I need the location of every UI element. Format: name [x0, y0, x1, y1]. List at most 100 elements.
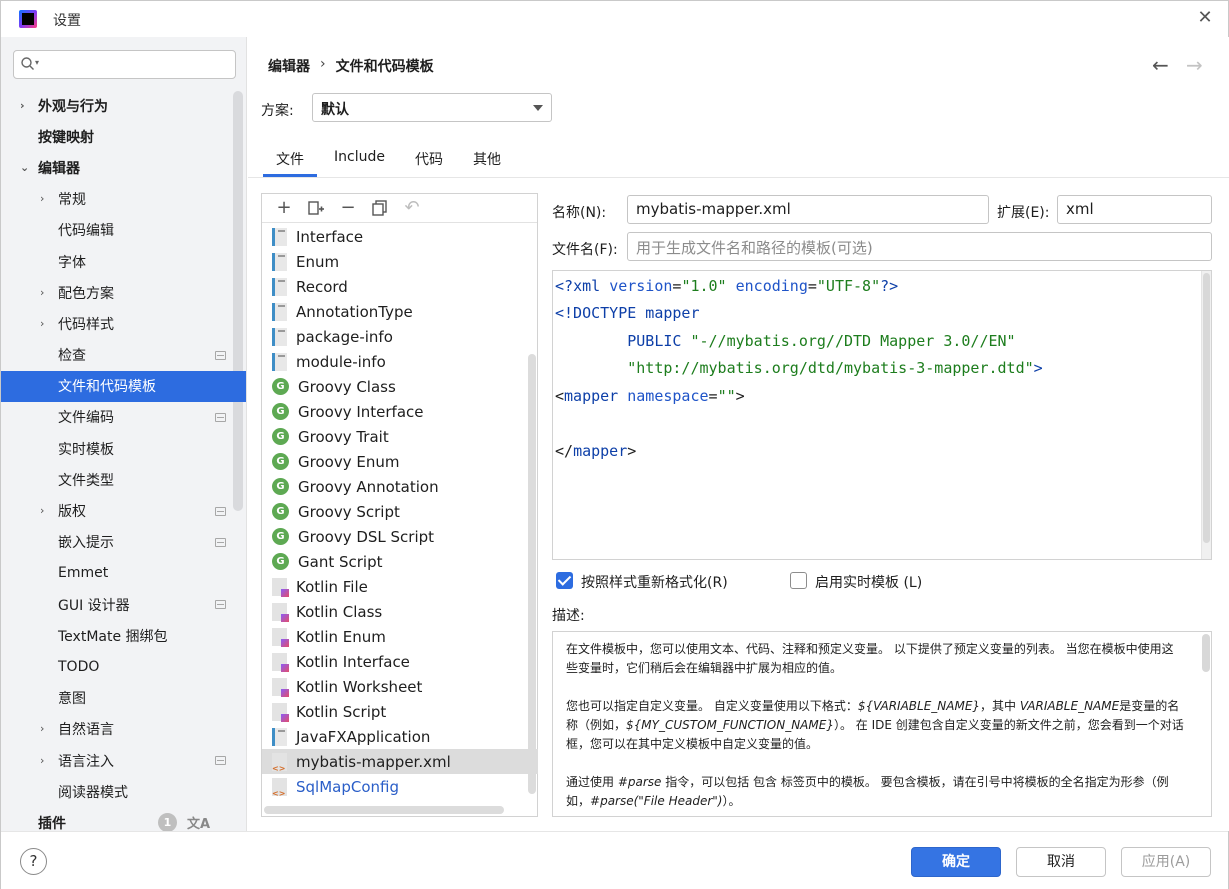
sidebar-item[interactable]: › 配色方案 [1, 277, 246, 308]
sidebar-item[interactable]: TextMate 捆绑包 [1, 620, 246, 651]
sidebar-item-label: TODO [58, 658, 100, 675]
template-label: Kotlin Script [296, 702, 387, 721]
template-list-item[interactable]: SqlMapConfig [262, 774, 538, 799]
template-list-item[interactable]: Interface [262, 224, 538, 249]
template-list-item[interactable]: G Groovy Interface [262, 399, 538, 424]
scheme-dropdown[interactable]: 默认 [312, 93, 552, 122]
create-child-template-icon[interactable] [300, 195, 332, 221]
template-label: Record [296, 277, 348, 296]
sidebar-item[interactable]: 嵌入提示 [1, 527, 246, 558]
template-list-item[interactable]: Kotlin Enum [262, 624, 538, 649]
template-list-item[interactable]: G Gant Script [262, 549, 538, 574]
template-list-item[interactable]: Kotlin Script [262, 699, 538, 724]
sidebar-item[interactable]: ⌄ 编辑器 [1, 152, 246, 183]
sidebar-item[interactable]: 插件 1 文A [1, 807, 246, 831]
sidebar-item[interactable]: Emmet [1, 558, 246, 589]
template-list-item[interactable]: G Groovy Script [262, 499, 538, 524]
code-line: <mapper namespace=""> [555, 387, 745, 405]
search-box[interactable]: ▾ [13, 50, 236, 79]
template-list-item[interactable]: mybatis-mapper.xml [262, 749, 538, 774]
extension-field[interactable]: xml [1057, 195, 1212, 224]
description-paragraph: 通过使用 #parse 指令，可以包括 包含 标签页中的模板。 要包含模板，请在… [566, 775, 1169, 808]
sidebar-item[interactable]: TODO [1, 651, 246, 682]
template-list-item[interactable]: AnnotationType [262, 299, 538, 324]
search-input[interactable] [48, 54, 228, 75]
description-scrollbar[interactable] [1202, 634, 1210, 672]
chevron-right-icon[interactable]: › [20, 99, 32, 112]
sidebar-item[interactable]: 意图 [1, 683, 246, 714]
chevron-right-icon[interactable]: › [40, 286, 52, 299]
reset-icon[interactable]: ↶ [396, 195, 428, 221]
help-button[interactable]: ? [20, 848, 47, 875]
chevron-right-icon[interactable]: › [40, 193, 52, 205]
filename-field[interactable]: 用于生成文件名和路径的模板(可选) [627, 232, 1212, 261]
chevron-right-icon[interactable]: › [40, 754, 52, 767]
template-list-item[interactable]: Kotlin Class [262, 599, 538, 624]
sidebar-item[interactable]: 实时模板 [1, 433, 246, 464]
template-list-item[interactable]: package-info [262, 324, 538, 349]
sidebar-item[interactable]: › 外观与行为 [1, 90, 246, 121]
template-list-panel: + − ↶ Interface Enum Record AnnotationType p… [261, 193, 538, 817]
template-list-item[interactable]: G Groovy Trait [262, 424, 538, 449]
template-list-item[interactable]: Kotlin Interface [262, 649, 538, 674]
sidebar-item[interactable]: GUI 设计器 [1, 589, 246, 620]
sidebar-item[interactable]: 检查 [1, 340, 246, 371]
reformat-checkbox[interactable] [556, 572, 573, 589]
add-icon[interactable]: + [268, 195, 300, 221]
template-list-item[interactable]: G Groovy Class [262, 374, 538, 399]
project-settings-icon [215, 537, 226, 547]
template-list-item[interactable]: JavaFXApplication [262, 724, 538, 749]
code-line: "http://mybatis.org/dtd/mybatis-3-mapper… [555, 359, 1043, 377]
ok-button[interactable]: 确定 [911, 847, 1001, 877]
copy-icon[interactable] [364, 195, 396, 221]
sidebar-item[interactable]: › 语言注入 [1, 745, 246, 776]
template-list-item[interactable]: Kotlin Worksheet [262, 674, 538, 699]
breadcrumb-item-editor[interactable]: 编辑器 [268, 56, 310, 76]
remove-icon[interactable]: − [332, 195, 364, 221]
kotlin-file-icon [272, 677, 289, 697]
forward-arrow-icon[interactable]: → [1186, 53, 1203, 77]
template-list-hscrollbar[interactable] [264, 806, 504, 814]
template-list-item[interactable]: Kotlin File [262, 574, 538, 599]
sidebar-item[interactable]: › 版权 [1, 495, 246, 526]
chevron-right-icon[interactable]: › [40, 505, 52, 517]
tab-other[interactable]: 其他 [458, 143, 516, 175]
template-list-item[interactable]: Enum [262, 249, 538, 274]
live-template-checkbox[interactable] [790, 572, 807, 589]
sidebar-item-label: Emmet [58, 565, 109, 582]
template-code-editor[interactable]: <?xml version="1.0" encoding="UTF-8"?> <… [552, 270, 1212, 560]
cancel-button[interactable]: 取消 [1016, 847, 1106, 877]
apply-button[interactable]: 应用(A) [1121, 847, 1211, 877]
template-list-item[interactable]: G Groovy Enum [262, 449, 538, 474]
sidebar-item[interactable]: 字体 [1, 246, 246, 277]
template-list-scrollbar[interactable] [528, 354, 536, 794]
sidebar-item[interactable]: › 自然语言 [1, 714, 246, 745]
sidebar-item[interactable]: 文件和代码模板 [1, 370, 246, 402]
sidebar-item[interactable]: 文件类型 [1, 464, 246, 495]
extension-label: 扩展(E): [997, 205, 1050, 221]
code-editor-scrollbar[interactable] [1201, 271, 1211, 559]
template-list-item[interactable]: G Groovy Annotation [262, 474, 538, 499]
java-file-icon [272, 327, 287, 346]
template-list-item[interactable]: Record [262, 274, 538, 299]
template-list-item[interactable]: G Groovy DSL Script [262, 524, 538, 549]
tab-include[interactable]: Include [319, 143, 400, 175]
sidebar-item[interactable]: › 常规 [1, 184, 246, 215]
tab-code[interactable]: 代码 [400, 143, 458, 175]
sidebar-item[interactable]: 按键映射 [1, 121, 246, 152]
tab-files[interactable]: 文件 [261, 143, 319, 177]
name-field[interactable]: mybatis-mapper.xml [627, 195, 989, 224]
template-list-item[interactable]: module-info [262, 349, 538, 374]
chevron-right-icon[interactable]: › [40, 723, 52, 735]
java-file-icon [272, 227, 287, 246]
chevron-right-icon[interactable]: › [40, 317, 52, 330]
sidebar-item[interactable]: › 代码样式 [1, 308, 246, 339]
sidebar-item[interactable]: 文件编码 [1, 402, 246, 433]
chevron-down-icon[interactable]: ⌄ [20, 161, 32, 174]
sidebar-item[interactable]: 代码编辑 [1, 215, 246, 246]
sidebar-item[interactable]: 阅读器模式 [1, 776, 246, 807]
template-label: JavaFXApplication [296, 727, 431, 746]
translate-icon[interactable]: 文A [187, 813, 210, 831]
back-arrow-icon[interactable]: ← [1152, 53, 1169, 77]
close-icon[interactable]: ✕ [1196, 9, 1214, 27]
